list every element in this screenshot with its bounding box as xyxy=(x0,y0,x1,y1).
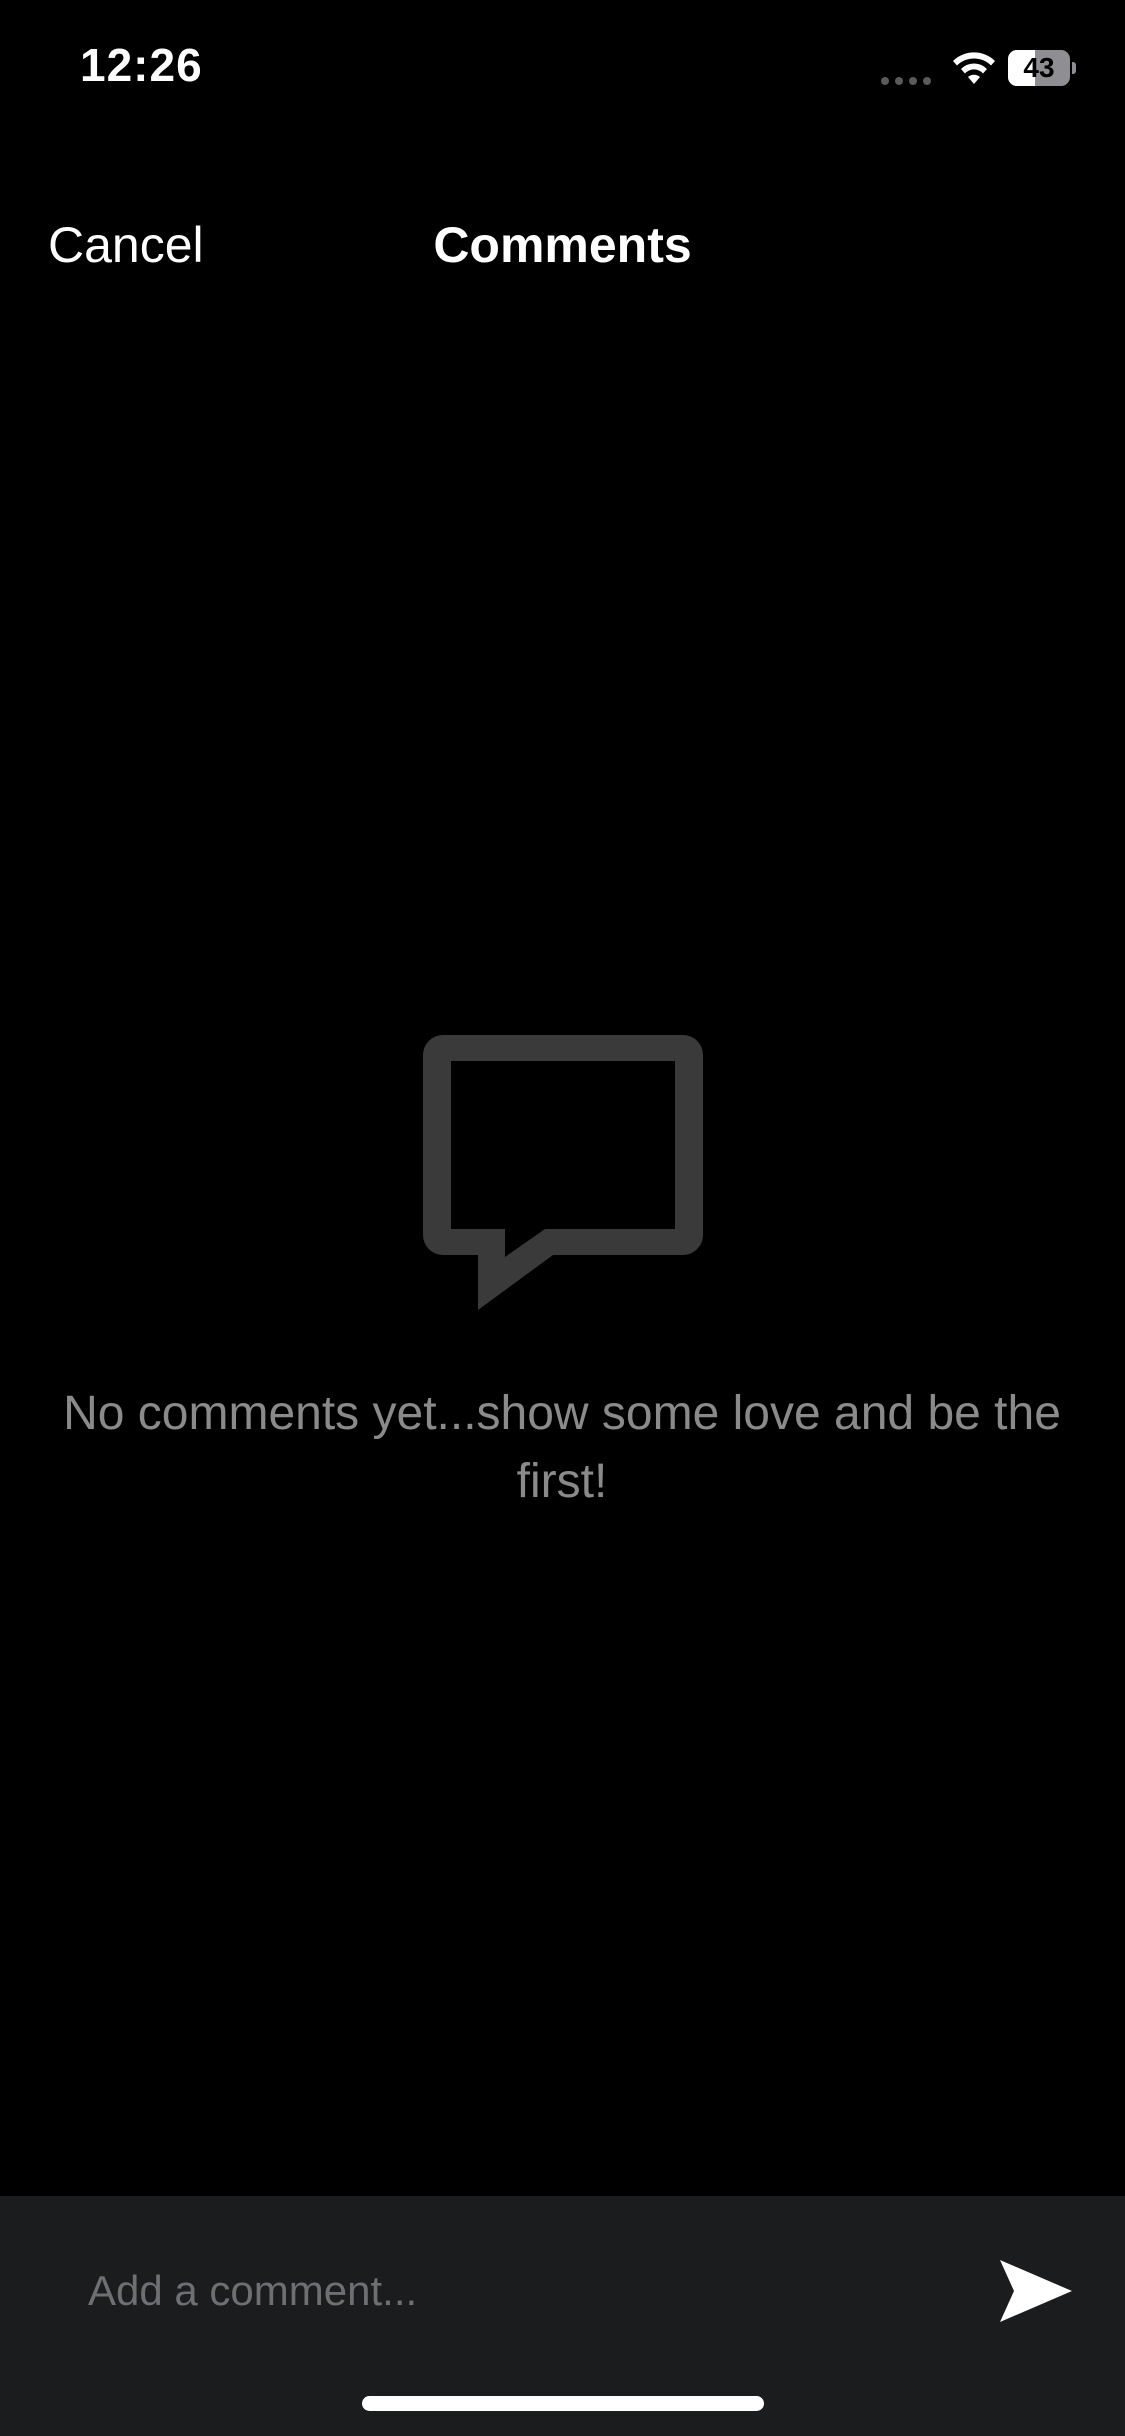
page-title: Comments xyxy=(433,217,692,273)
comment-input[interactable] xyxy=(88,2256,948,2326)
empty-message: No comments yet...show some love and be … xyxy=(63,1387,1061,1508)
battery-level: 43 xyxy=(1023,52,1055,83)
battery-body: 43 xyxy=(1008,50,1070,86)
status-bar: 12:26 43 xyxy=(0,0,1125,150)
wifi-icon xyxy=(953,52,995,84)
battery-icon: 43 xyxy=(1008,50,1076,86)
comment-bubble-icon xyxy=(423,1035,703,1310)
send-button[interactable] xyxy=(990,2246,1080,2336)
send-icon xyxy=(1000,2260,1072,2322)
home-indicator xyxy=(362,2396,764,2411)
signal-dots-icon xyxy=(881,77,931,85)
nav-bar: Cancel Comments xyxy=(0,190,1125,300)
status-time: 12:26 xyxy=(80,39,203,91)
battery-cap xyxy=(1072,62,1076,74)
